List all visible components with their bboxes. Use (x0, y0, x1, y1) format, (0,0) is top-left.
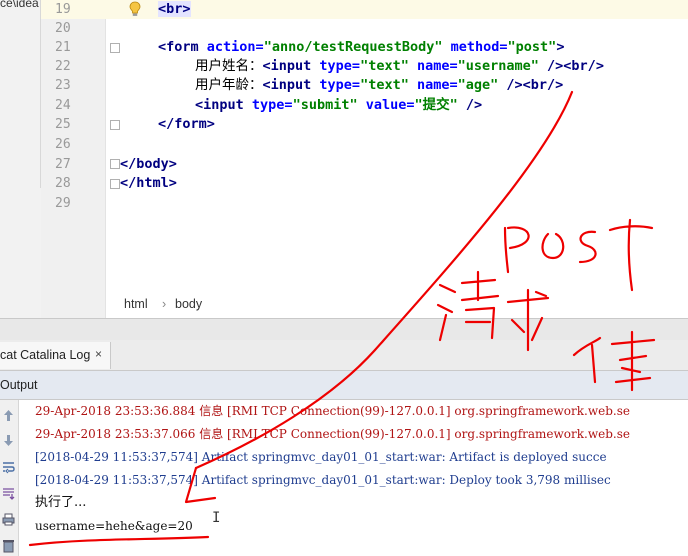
code-line-24[interactable]: <input type="submit" value="提交" /> (195, 96, 482, 115)
code-line-25[interactable]: </form> (158, 115, 215, 134)
input-open-tag: <input (262, 58, 312, 74)
up-arrow-icon[interactable] (1, 408, 16, 423)
method-value: "post" (507, 39, 557, 55)
name-attr: name= (416, 77, 458, 93)
line-number: 26 (55, 137, 71, 152)
down-arrow-icon[interactable] (1, 433, 16, 448)
line-number: 20 (55, 21, 71, 36)
action-attr: action= (206, 39, 264, 55)
fold-marker-icon[interactable] (110, 159, 120, 169)
value-attr: value= (365, 97, 415, 113)
line-number: 28 (55, 176, 71, 191)
fold-marker-icon[interactable] (110, 179, 120, 189)
type-value: "text" (360, 77, 409, 93)
breadcrumb-item-body[interactable]: body (175, 297, 202, 311)
output-label: Output (0, 378, 38, 392)
tag-close: /><br/> (506, 77, 564, 93)
body-close-tag: </body> (120, 156, 177, 172)
method-attr: method= (450, 39, 508, 55)
close-icon[interactable]: × (95, 347, 102, 361)
html-close-tag: </html> (120, 175, 177, 191)
fold-marker-icon[interactable] (110, 120, 120, 130)
fold-marker-icon[interactable] (110, 43, 120, 53)
tag-close: /> (465, 97, 483, 113)
line-number: 22 (55, 59, 71, 74)
log-line: [2018-04-29 11:53:37,574] Artifact sprin… (35, 473, 611, 487)
name-attr: name= (416, 58, 458, 74)
line-number: 24 (55, 98, 71, 113)
log-line: [2018-04-29 11:53:37,574] Artifact sprin… (35, 450, 607, 464)
tab-label: cat Catalina Log (0, 348, 91, 362)
log-line: 执行了... (35, 495, 87, 510)
soft-wrap-icon[interactable] (1, 460, 16, 475)
type-value: "text" (360, 58, 409, 74)
breadcrumb-item-html[interactable]: html (124, 297, 148, 311)
print-icon[interactable] (1, 512, 16, 527)
line-number: 19 (55, 2, 71, 17)
console-output[interactable]: 29-Apr-2018 23:53:36.884 信息 [RMI TCP Con… (19, 400, 688, 556)
text-cursor-icon: I (212, 510, 221, 526)
breadcrumb: html › body (106, 292, 688, 318)
output-header: Output (0, 371, 688, 400)
tag-close: /><br/> (547, 58, 604, 74)
code-line-21[interactable]: <form action="anno/testRequestBody" meth… (158, 38, 564, 57)
type-attr: type= (319, 77, 361, 93)
log-line: 29-Apr-2018 23:53:37.066 信息 [RMI TCP Con… (35, 427, 630, 441)
type-attr: type= (319, 58, 361, 74)
br-tag: <br> (158, 1, 191, 17)
line-number: 29 (55, 196, 71, 211)
code-line-23[interactable]: 用户年龄：<input type="text" name="age" /><br… (195, 76, 563, 95)
breadcrumb-separator: › (162, 297, 167, 311)
input-open-tag: <input (195, 97, 244, 113)
code-line-22[interactable]: 用户姓名：<input type="text" name="username" … (195, 57, 604, 76)
type-attr: type= (251, 97, 293, 113)
value-value: "提交" (414, 97, 458, 113)
form-close-tag: </form> (158, 116, 215, 132)
lightbulb-icon[interactable] (128, 1, 142, 17)
code-line-28[interactable]: </html> (120, 174, 177, 193)
code-line-27[interactable]: </body> (120, 155, 177, 174)
name-value: "age" (457, 77, 499, 93)
log-line: username=hehe&age=20 (35, 519, 193, 533)
tag-close: > (556, 39, 565, 55)
line-number: 23 (55, 78, 71, 93)
log-line: 29-Apr-2018 23:53:36.884 信息 [RMI TCP Con… (35, 404, 630, 418)
console-toolbar (0, 400, 19, 556)
form-open-tag: <form (158, 39, 199, 55)
tab-strip: cat Catalina Log × (0, 340, 688, 371)
project-path: ce\idea (0, 0, 39, 10)
type-value: "submit" (292, 97, 358, 113)
name-value: "username" (457, 58, 539, 74)
age-label-text: 用户年龄： (195, 77, 263, 93)
username-label-text: 用户姓名： (195, 58, 263, 74)
line-number: 27 (55, 157, 71, 172)
code-line-19[interactable]: <br> (158, 0, 191, 19)
action-value: "anno/testRequestBody" (263, 39, 443, 55)
tab-catalina-log[interactable]: cat Catalina Log × (0, 342, 111, 369)
tool-window-header (0, 318, 688, 342)
project-pane: ce\idea (0, 0, 41, 188)
trash-icon[interactable] (1, 538, 16, 553)
scroll-to-end-icon[interactable] (1, 486, 16, 501)
line-number: 25 (55, 117, 71, 132)
input-open-tag: <input (262, 77, 312, 93)
line-number: 21 (55, 40, 71, 55)
